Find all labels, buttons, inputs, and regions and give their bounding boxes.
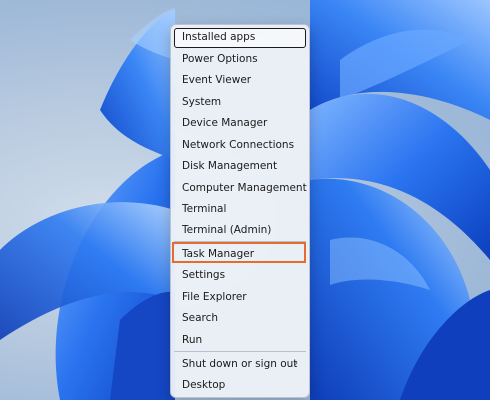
- menu-item-device-manager[interactable]: Device Manager: [174, 113, 306, 133]
- menu-item-system[interactable]: System: [174, 92, 306, 112]
- menu-item-network-connections[interactable]: Network Connections: [174, 135, 306, 155]
- menu-item-terminal-admin[interactable]: Terminal (Admin): [174, 220, 306, 240]
- menu-separator: [174, 351, 306, 352]
- menu-item-terminal[interactable]: Terminal: [174, 199, 306, 219]
- menu-item-run[interactable]: Run: [174, 330, 306, 350]
- menu-item-installed-apps[interactable]: Installed apps: [174, 28, 306, 48]
- menu-item-disk-management[interactable]: Disk Management: [174, 156, 306, 176]
- chevron-right-icon: ›: [294, 358, 298, 369]
- menu-item-settings[interactable]: Settings: [174, 265, 306, 285]
- menu-item-label: Shut down or sign out: [182, 358, 298, 370]
- task-manager-highlight-box: [172, 242, 306, 263]
- menu-item-file-explorer[interactable]: File Explorer: [174, 287, 306, 307]
- menu-item-shut-down-or-sign-out[interactable]: Shut down or sign out ›: [174, 354, 306, 374]
- winx-context-menu: Installed apps Power Options Event Viewe…: [170, 24, 310, 398]
- menu-item-power-options[interactable]: Power Options: [174, 49, 306, 69]
- menu-item-search[interactable]: Search: [174, 308, 306, 328]
- menu-item-computer-management[interactable]: Computer Management: [174, 178, 307, 198]
- menu-item-event-viewer[interactable]: Event Viewer: [174, 70, 306, 90]
- menu-item-desktop[interactable]: Desktop: [174, 375, 306, 395]
